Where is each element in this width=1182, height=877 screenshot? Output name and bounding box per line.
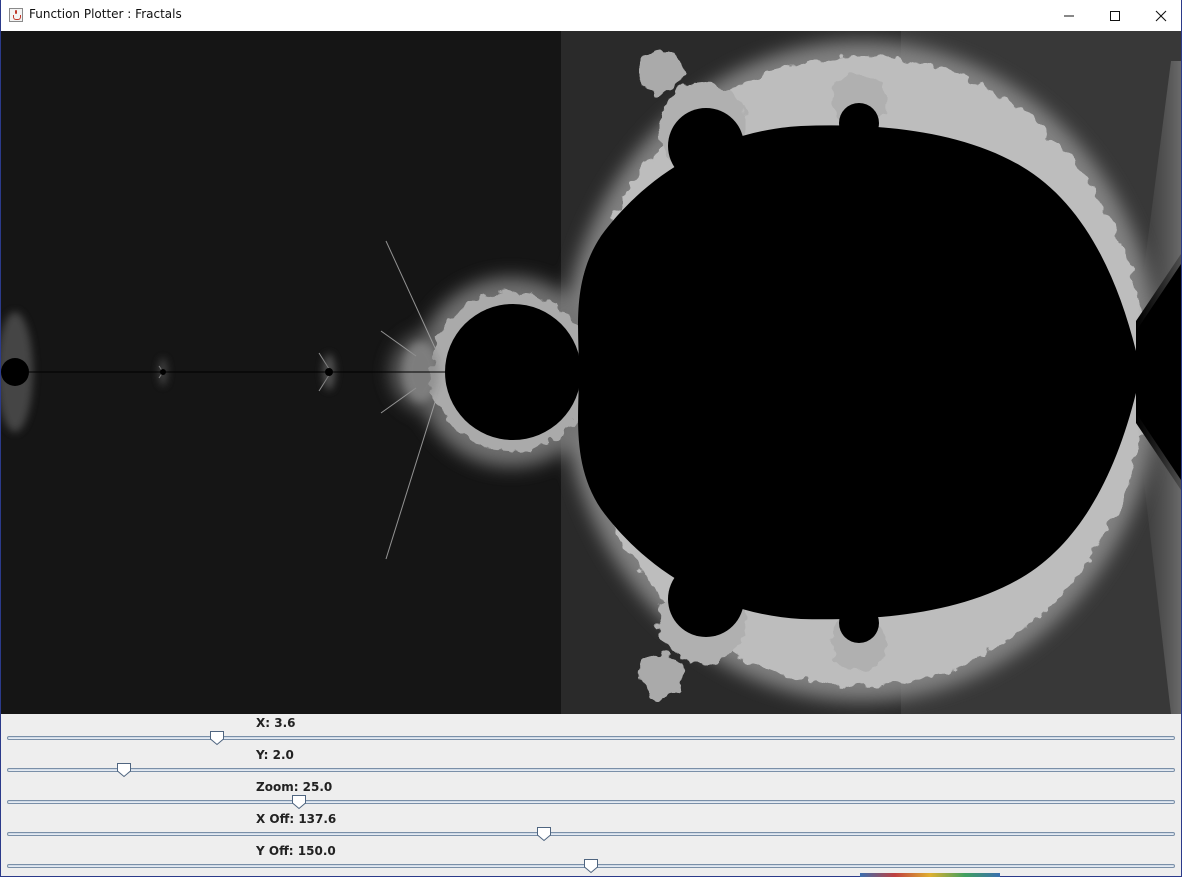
slider-y-label: Y: 2.0: [256, 748, 294, 762]
taskbar-edge: [860, 873, 1000, 877]
mandelbrot-image: [1, 31, 1181, 714]
maximize-icon: [1110, 10, 1120, 21]
slider-zoom[interactable]: Zoom: 25.0: [1, 778, 1181, 810]
bulb-lower: [668, 561, 744, 637]
maximize-button[interactable]: [1092, 0, 1138, 31]
slider-thumb-icon: [292, 795, 306, 810]
java-cup-icon: [9, 8, 23, 22]
minimize-icon: [1064, 15, 1074, 16]
slider-x-off-thumb[interactable]: [536, 826, 552, 842]
slider-thumb-icon: [537, 827, 552, 842]
close-icon: [1155, 10, 1167, 21]
slider-zoom-thumb[interactable]: [291, 794, 307, 810]
period-two-bulb: [445, 304, 581, 440]
window-title: Function Plotter : Fractals: [29, 7, 182, 21]
slider-thumb-icon: [116, 763, 131, 778]
fractal-canvas[interactable]: [1, 31, 1181, 714]
slider-thumb-icon: [584, 859, 598, 874]
slider-x[interactable]: X: 3.6: [1, 714, 1181, 746]
bulb-upper: [668, 108, 744, 184]
slider-y-off-thumb[interactable]: [583, 858, 599, 874]
slider-zoom-label: Zoom: 25.0: [256, 780, 333, 794]
slider-y[interactable]: Y: 2.0: [1, 746, 1181, 778]
slider-y-track[interactable]: [7, 768, 1175, 772]
slider-panel: X: 3.6 Y: 2.0 Zoom: 25.0 X Off: 137.6 Y …: [1, 714, 1181, 876]
slider-x-thumb[interactable]: [209, 730, 225, 746]
slider-y-off-label: Y Off: 150.0: [256, 844, 336, 858]
app-window: Function Plotter : Fractals X: 3.6 Y: 2.…: [0, 0, 1182, 877]
slider-x-track[interactable]: [7, 736, 1175, 740]
slider-x-label: X: 3.6: [256, 716, 296, 730]
slider-zoom-track[interactable]: [7, 800, 1175, 804]
close-button[interactable]: [1138, 0, 1181, 31]
slider-thumb-icon: [210, 731, 225, 746]
title-bar[interactable]: Function Plotter : Fractals: [1, 0, 1181, 32]
slider-x-off[interactable]: X Off: 137.6: [1, 810, 1181, 842]
slider-x-off-label: X Off: 137.6: [256, 812, 337, 826]
slider-y-off[interactable]: Y Off: 150.0: [1, 842, 1181, 874]
minimize-button[interactable]: [1046, 0, 1092, 31]
slider-x-off-track[interactable]: [7, 832, 1175, 836]
slider-y-thumb[interactable]: [116, 762, 132, 778]
main-cardioid: [578, 125, 1136, 620]
